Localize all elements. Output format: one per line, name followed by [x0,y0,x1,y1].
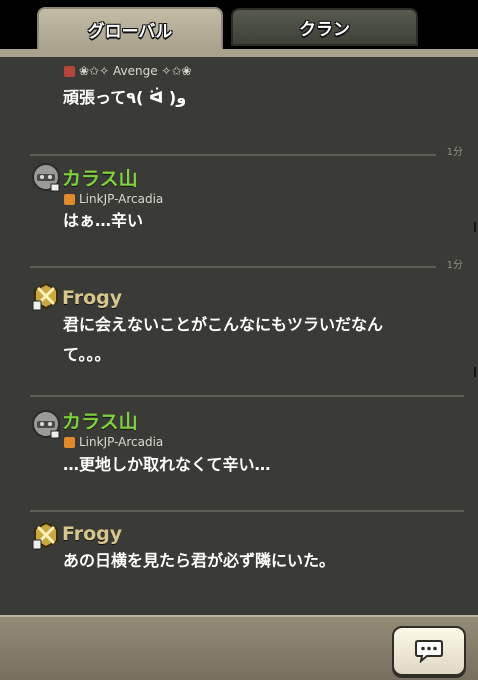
message-text: 頑張って٩( ᐛ )و [63,88,187,107]
divider [30,510,464,512]
message-time: 1分 [446,260,463,271]
bottom-bar [0,615,478,680]
clan-tag: LinkJP-Arcadia [64,192,163,206]
grey-helmet-icon[interactable] [31,162,61,192]
player-name[interactable]: カラス山 [62,164,138,191]
clan-badge-icon [64,193,75,205]
clan-badge-icon [64,436,75,448]
message-line: て。。。 [63,345,111,364]
message-text: …更地しか取れなくて辛い… [63,455,271,474]
divider [30,395,464,397]
divider [30,154,436,156]
clan-tag: ❀✩✧ Avenge ✧✩❀ [64,64,192,78]
chat-input-button[interactable] [392,626,466,676]
message-time: 1分 [446,147,463,158]
message-text: 君に会えないことがこんなにもツラいだなん て。。。 [63,310,453,370]
tab-clan[interactable]: クラン [231,8,418,46]
message-text: あの日横を見たら君が必ず隣にいた。 [63,551,336,570]
player-name[interactable]: カラス山 [62,407,138,434]
player-name[interactable]: Frogy [62,287,122,309]
clan-name: ❀✩✧ Avenge ✧✩❀ [79,64,192,78]
tab-bar: グローバル クラン [0,0,478,50]
gold-crossed-swords-icon[interactable] [31,281,61,311]
scroll-indicator [470,222,476,232]
chat-panel[interactable]: ❀✩✧ Avenge ✧✩❀ 頑張って٩( ᐛ )و 1分 カラス山 LinkJ… [0,49,478,615]
player-name[interactable]: Frogy [62,523,122,545]
divider [30,266,436,268]
clan-badge-icon [64,65,75,77]
message-line: 君に会えないことがこんなにもツラいだなん [63,315,384,334]
message-text: はぁ…辛い [63,211,144,230]
tab-global[interactable]: グローバル [37,7,223,49]
clan-tag: LinkJP-Arcadia [64,435,163,449]
grey-helmet-icon[interactable] [31,409,61,439]
speech-bubble-icon [415,640,443,663]
clan-name: LinkJP-Arcadia [79,435,164,449]
gold-crossed-swords-icon[interactable] [31,520,61,550]
scroll-indicator [470,367,476,377]
clan-name: LinkJP-Arcadia [79,192,164,206]
